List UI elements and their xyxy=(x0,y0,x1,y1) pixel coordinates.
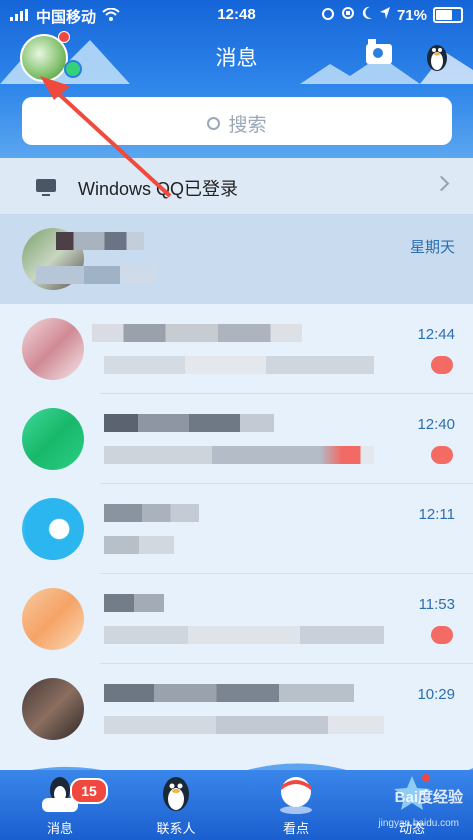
moon-icon xyxy=(361,6,373,24)
penguin-icon xyxy=(163,777,189,811)
alarm-icon xyxy=(321,6,335,24)
battery-icon xyxy=(433,7,463,23)
chat-avatar xyxy=(22,588,84,650)
redacted-message xyxy=(104,626,384,644)
tab-label: 看点 xyxy=(282,821,309,836)
penguin-plus-icon[interactable] xyxy=(424,40,450,72)
redacted-message xyxy=(104,536,174,554)
chat-item[interactable]: 10:29 xyxy=(0,664,473,754)
search-icon xyxy=(207,117,221,130)
chat-item[interactable]: 12:44 xyxy=(0,304,473,394)
chat-avatar xyxy=(22,498,84,560)
redacted-name xyxy=(104,594,164,612)
redacted-name xyxy=(92,324,302,342)
monitor-icon xyxy=(36,179,56,196)
rotation-lock-icon xyxy=(341,6,355,24)
chat-time: 10:29 xyxy=(417,686,455,703)
chat-list: 星期天 12:44 12:40 12:11 11:53 10:29 xyxy=(0,214,473,754)
unread-badge xyxy=(431,446,453,464)
tab-label: 消息 xyxy=(46,821,73,836)
location-icon xyxy=(379,6,391,24)
search-placeholder: 搜索 xyxy=(228,115,267,136)
battery-percent: 71% xyxy=(396,6,427,24)
chat-time: 11:53 xyxy=(418,596,455,613)
camera-icon[interactable] xyxy=(366,39,392,64)
chat-avatar xyxy=(22,318,84,380)
chat-time: 星期天 xyxy=(409,239,455,256)
chat-avatar xyxy=(22,678,84,740)
redacted-name xyxy=(56,232,144,250)
chat-time: 12:44 xyxy=(417,326,455,343)
windows-login-banner[interactable]: Windows QQ已登录 xyxy=(0,158,473,215)
chat-item[interactable]: 星期天 xyxy=(0,214,473,304)
page-title: 消息 xyxy=(215,47,258,70)
redacted-message xyxy=(36,266,156,284)
unread-badge xyxy=(431,356,453,374)
search-bar[interactable]: 搜索 xyxy=(22,97,452,145)
redacted-message xyxy=(104,446,374,464)
unread-badge xyxy=(431,626,453,644)
chat-avatar xyxy=(22,408,84,470)
nav-bar: 消息 xyxy=(0,31,473,82)
watermark-url: jingyan.baidu.com xyxy=(378,818,459,829)
ball-icon xyxy=(280,777,312,814)
chat-time: 12:11 xyxy=(418,506,455,523)
chat-item[interactable]: 12:40 xyxy=(0,394,473,484)
tab-contacts[interactable]: 联系人 xyxy=(136,770,216,840)
status-bar: 中国移动 12:48 71% xyxy=(0,0,473,32)
chat-item[interactable]: 12:11 xyxy=(0,484,473,574)
redacted-name xyxy=(104,504,199,522)
login-banner-text: Windows QQ已登录 xyxy=(78,179,239,199)
chevron-right-icon xyxy=(433,175,450,192)
chat-time: 12:40 xyxy=(417,416,455,433)
tab-discover[interactable]: 看点 xyxy=(256,770,336,840)
redacted-message xyxy=(104,716,384,734)
chat-item[interactable]: 11:53 xyxy=(0,574,473,664)
redacted-name xyxy=(104,414,274,432)
redacted-name xyxy=(104,684,354,702)
tab-label: 联系人 xyxy=(156,821,196,836)
header: 中国移动 12:48 71% 消息 搜索 xyxy=(0,0,473,158)
watermark-logo: Bai度经验 xyxy=(394,789,463,806)
redacted-message xyxy=(104,356,374,374)
unread-count-badge: 15 xyxy=(70,778,108,804)
